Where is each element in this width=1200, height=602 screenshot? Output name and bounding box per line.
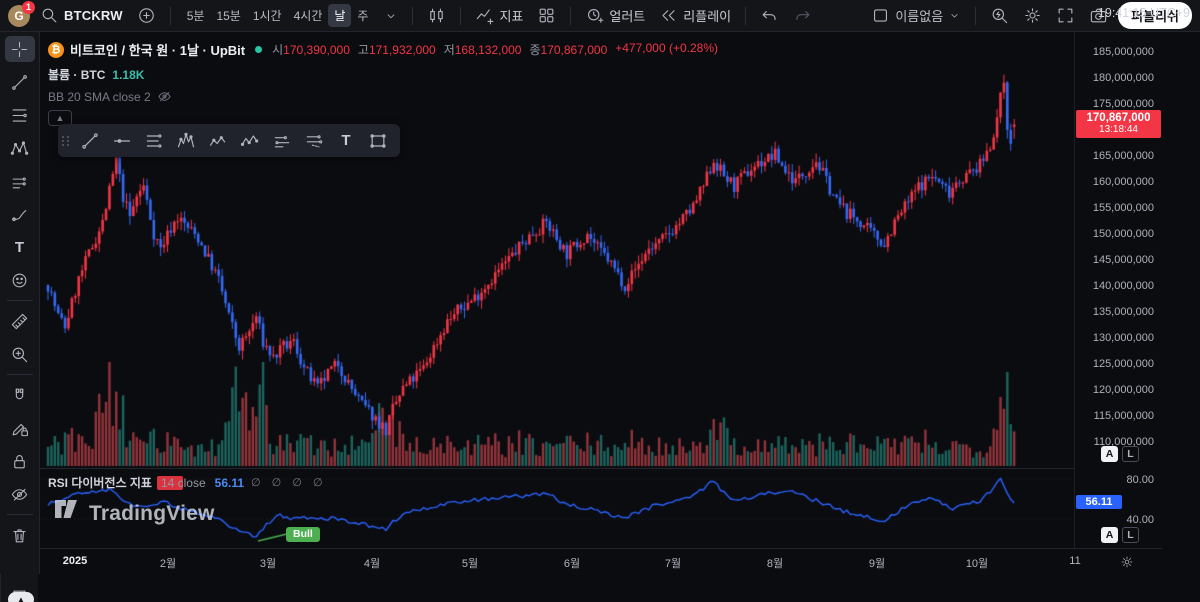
time-tick-9월: 9월 (855, 555, 899, 571)
price-tick: 160,000,000 (1093, 176, 1154, 188)
ohlc-item: 종170,867,000 (529, 41, 607, 58)
rsi-value-tag: 56.11 (1076, 495, 1122, 509)
rsi-title[interactable]: RSI 다이버전스 지표 (48, 474, 152, 491)
main-scale-buttons: A L (1101, 446, 1139, 462)
time-tick-4월: 4월 (350, 555, 394, 571)
wave-15-icon (208, 131, 228, 151)
rectangle-tool-icon (368, 131, 388, 151)
auto-scale-button[interactable]: A (1101, 446, 1118, 462)
segments-dotted-icon (304, 131, 324, 151)
price-tick: 135,000,000 (1093, 306, 1154, 318)
chart-legend: ₿ 비트코인 / 한국 원 · 1날 · UpBit 시170,390,000 고… (48, 40, 718, 126)
fav-wave-abc[interactable] (236, 128, 264, 154)
price-tick: 120,000,000 (1093, 384, 1154, 396)
fav-text[interactable]: T (332, 128, 360, 154)
price-tick: 185,000,000 (1093, 46, 1154, 58)
volume-label[interactable]: 볼륨 · BTC (48, 66, 105, 83)
fav-trend-line[interactable] (76, 128, 104, 154)
watermark-text: TradingView (89, 502, 215, 526)
current-price-value: 170,867,000 (1076, 112, 1161, 124)
ohlc-value: 170,867,000 (541, 43, 608, 57)
time-tick-7월: 7월 (651, 555, 695, 571)
rsi-tick-80: 80.00 (1126, 474, 1154, 486)
fav-parallel-lines[interactable] (140, 128, 168, 154)
pane-divider[interactable] (40, 468, 1074, 469)
ohlc-item: 저168,132,000 (444, 41, 522, 58)
horizontal-line-icon (112, 131, 132, 151)
time-axis[interactable]: 2025 2월 3월 4월 5월 6월 7월 8월 9월 10월 11 (40, 548, 1162, 574)
log-scale-button[interactable]: L (1122, 527, 1139, 543)
fav-elliott-wave[interactable] (172, 128, 200, 154)
timezone-gear-icon[interactable] (1120, 555, 1134, 569)
price-tick: 165,000,000 (1093, 150, 1154, 162)
ohlc-label: 고 (358, 43, 369, 57)
rsi-hidden-toggles[interactable]: ∅ ∅ ∅ ∅ (251, 476, 327, 489)
rsi-params: 14 close (159, 476, 208, 490)
price-tick: 140,000,000 (1093, 280, 1154, 292)
eye-hidden-icon[interactable] (157, 89, 172, 104)
price-tick: 145,000,000 (1093, 254, 1154, 266)
time-tick-5월: 5월 (448, 555, 492, 571)
favorites-drawing-toolbar: T (58, 124, 400, 157)
time-tick-8월: 8월 (753, 555, 797, 571)
ohlc-label: 시 (272, 43, 283, 57)
auto-scale-button[interactable]: A (1101, 527, 1118, 543)
ohlc-item: 시170,390,000 (272, 41, 350, 58)
ohlc-label: 저 (444, 43, 455, 57)
price-tick: 115,000,000 (1094, 410, 1154, 422)
time-tick-6월: 6월 (550, 555, 594, 571)
text-tool-icon: T (341, 132, 350, 149)
tradingview-watermark: TradingView (55, 500, 215, 527)
tradingview-app: G 1 BTCKRW 5분15분1시간4시간날주 지표 (0, 0, 1200, 602)
price-tick: 150,000,000 (1093, 228, 1154, 240)
ohlc-value: 170,390,000 (283, 43, 350, 57)
bitcoin-icon: ₿ (48, 42, 64, 58)
trend-line-icon (80, 131, 100, 151)
price-tick: 175,000,000 (1093, 98, 1154, 110)
elliott-wave-icon (176, 131, 196, 151)
price-tick: 180,000,000 (1093, 72, 1154, 84)
price-tick: 130,000,000 (1093, 332, 1154, 344)
ohlc-value: 168,132,000 (455, 43, 522, 57)
price-axis[interactable]: 185,000,000180,000,000175,000,000170,000… (1074, 32, 1162, 548)
time-tick-2025: 2025 (53, 555, 97, 567)
fav-horizontal-line[interactable] (108, 128, 136, 154)
symbol-title[interactable]: 비트코인 / 한국 원 · 1날 · UpBit (70, 40, 245, 59)
ohlc-label: 종 (529, 43, 540, 57)
time-tick-3월: 3월 (246, 555, 290, 571)
fav-segments-b[interactable] (300, 128, 328, 154)
parallel-lines-icon (144, 131, 164, 151)
drag-handle[interactable] (62, 136, 70, 146)
bb-indicator-label[interactable]: BB 20 SMA close 2 (48, 90, 151, 104)
pane-restore-button[interactable]: ▲ (8, 592, 34, 602)
wave-abc-icon (240, 131, 260, 151)
fav-rectangle[interactable] (364, 128, 392, 154)
rsi-tick-40: 40.00 (1126, 514, 1154, 526)
ohlc-values: 시170,390,000고171,932,000저168,132,000종170… (272, 41, 718, 58)
change-value: +477,000 (+0.28%) (615, 41, 718, 58)
fav-wave-15[interactable] (204, 128, 232, 154)
time-tick-10월: 10월 (955, 555, 999, 571)
log-scale-button[interactable]: L (1122, 446, 1139, 462)
countdown-timer: 13:18:44 (1076, 124, 1161, 136)
volume-value: 1.18K (112, 68, 144, 82)
bull-divergence-label[interactable]: Bull (286, 527, 320, 542)
fav-segments-a[interactable] (268, 128, 296, 154)
tradingview-logo-icon (55, 500, 81, 527)
price-tick: 125,000,000 (1093, 358, 1154, 370)
market-status-dot[interactable] (255, 46, 262, 53)
time-tick-11: 11 (1053, 555, 1097, 567)
current-price-tag: 170,867,000 13:18:44 (1076, 110, 1161, 138)
rsi-legend: RSI 다이버전스 지표 14 close 56.11 ∅ ∅ ∅ ∅ (48, 474, 327, 491)
time-tick-2월: 2월 (146, 555, 190, 571)
rsi-value: 56.11 (215, 476, 244, 490)
segments-icon (272, 131, 292, 151)
ohlc-value: 171,932,000 (369, 43, 436, 57)
ohlc-item: 고171,932,000 (358, 41, 436, 58)
rsi-scale-buttons: A L (1101, 527, 1139, 543)
rsi-params-text: 14 close (161, 476, 206, 490)
price-tick: 155,000,000 (1093, 202, 1154, 214)
